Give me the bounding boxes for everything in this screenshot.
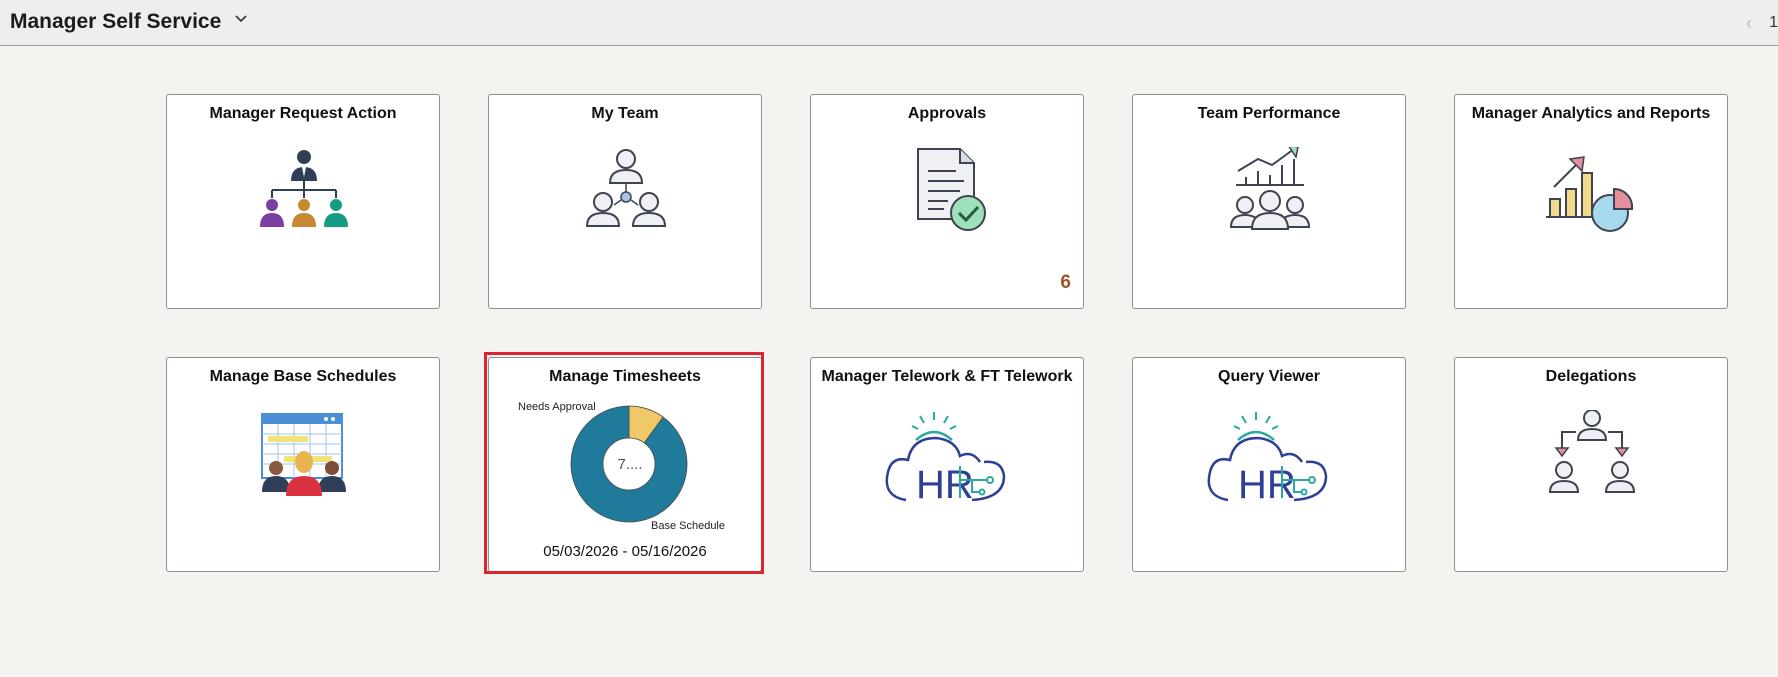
tile-title: Manager Telework & FT Telework (821, 368, 1073, 385)
tile-manager-telework[interactable]: Manager Telework & FT Telework HR (810, 357, 1084, 572)
tile-query-viewer[interactable]: Query Viewer HR (1132, 357, 1406, 572)
schedule-calendar-icon (261, 413, 346, 496)
needs-approval-label: Needs Approval (518, 401, 596, 413)
tile-approvals[interactable]: Approvals 6 (810, 94, 1084, 309)
tile-manage-base-schedules[interactable]: Manage Base Schedules (166, 357, 440, 572)
tile-title: Manager Analytics and Reports (1471, 105, 1711, 122)
hr-logo-text: HR (1238, 463, 1296, 507)
tile-manage-timesheets[interactable]: Manage Timesheets Needs Approval Base Sc… (488, 357, 762, 572)
hr-cloud-icon: HR (885, 412, 1006, 507)
tile-my-team[interactable]: My Team (488, 94, 762, 309)
page-number: 1 (1769, 14, 1778, 31)
tile-title: Delegations (1545, 368, 1637, 385)
delegation-icon (1548, 410, 1636, 493)
tile-title: Query Viewer (1218, 368, 1320, 385)
approvals-count-badge: 6 (1060, 272, 1071, 293)
tile-title: Manage Timesheets (549, 368, 701, 385)
chevron-down-icon[interactable] (235, 14, 247, 24)
base-schedule-label: Base Schedule (651, 520, 725, 532)
tile-team-performance[interactable]: Team Performance (1132, 94, 1406, 309)
donut-center-value: 7.... (617, 456, 643, 473)
tile-manager-analytics-reports[interactable]: Manager Analytics and Reports (1454, 94, 1728, 309)
team-icon (585, 149, 667, 227)
timesheet-date-range: 05/03/2026 - 05/16/2026 (543, 543, 707, 560)
tile-title: Manager Request Action (209, 105, 397, 122)
org-chart-icon (260, 150, 348, 227)
hr-cloud-icon: HR (1207, 412, 1328, 507)
document-check-icon (917, 148, 986, 231)
performance-growth-icon (1229, 147, 1311, 230)
header-bar: Manager Self Service ‹ 1 (0, 0, 1778, 46)
hr-logo-text: HR (916, 463, 974, 507)
analytics-chart-icon (1546, 156, 1634, 232)
tile-title: Approvals (907, 105, 987, 122)
tile-delegations[interactable]: Delegations (1454, 357, 1728, 572)
tile-title: Team Performance (1197, 105, 1341, 122)
previous-page-icon[interactable]: ‹ (1746, 13, 1752, 34)
tile-title: My Team (591, 105, 659, 122)
tile-title: Manage Base Schedules (209, 368, 397, 385)
app-title[interactable]: Manager Self Service (10, 10, 221, 34)
tile-manager-request-action[interactable]: Manager Request Action (166, 94, 440, 309)
